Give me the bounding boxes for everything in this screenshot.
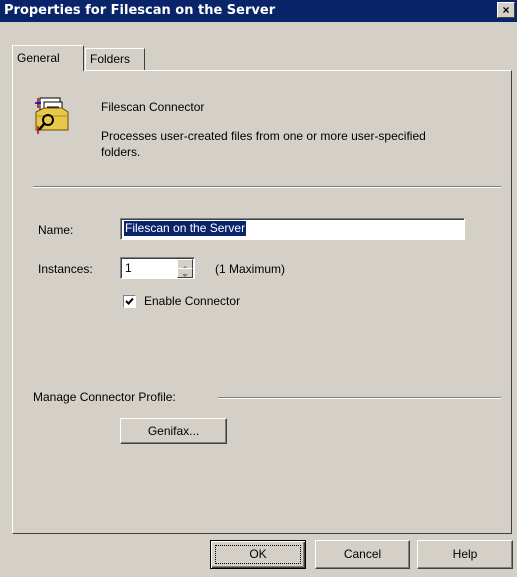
ok-button[interactable]: OK [210, 540, 306, 569]
cancel-button[interactable]: Cancel [315, 540, 410, 569]
close-button[interactable]: × [497, 2, 515, 18]
focus-indicator [215, 545, 301, 564]
help-button-label: Help [452, 547, 478, 561]
tab-general-label: General [17, 51, 60, 65]
tab-folders-label: Folders [90, 52, 131, 66]
close-icon: × [502, 3, 510, 17]
properties-dialog: Properties for Filescan on the Server × … [0, 0, 517, 577]
cancel-button-label: Cancel [343, 547, 382, 561]
title-bar[interactable]: Properties for Filescan on the Server × [0, 0, 517, 22]
tab-general[interactable]: General [12, 45, 84, 71]
help-button[interactable]: Help [417, 540, 513, 569]
general-tab-panel [12, 70, 512, 534]
window-title: Properties for Filescan on the Server [4, 3, 276, 18]
tab-folders[interactable]: Folders [85, 48, 145, 70]
